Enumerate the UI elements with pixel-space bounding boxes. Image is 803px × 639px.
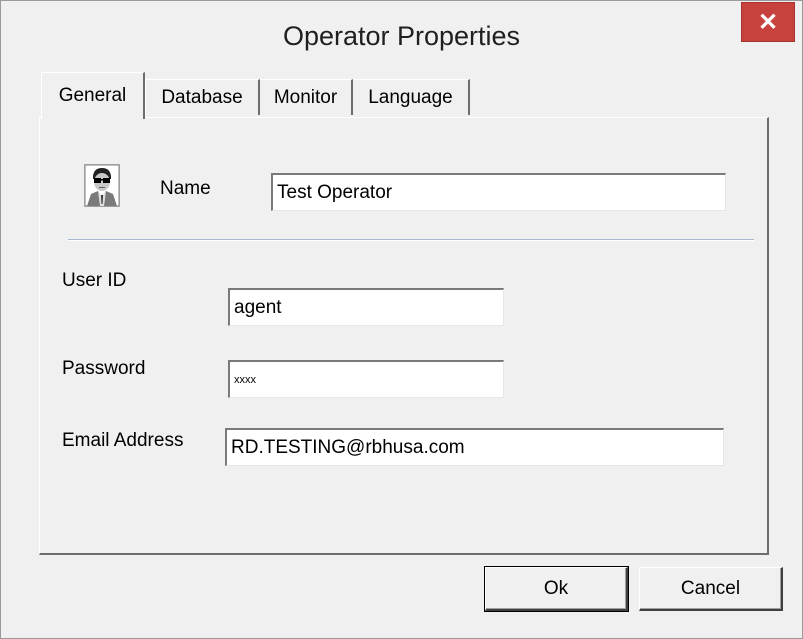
email-address-field[interactable] [225,428,724,466]
tab-database[interactable]: Database [145,79,260,115]
tab-monitor[interactable]: Monitor [259,79,353,115]
ok-button-label: Ok [543,577,569,599]
password-label: Password [62,358,146,379]
password-field[interactable] [228,360,504,398]
ok-button[interactable]: Ok [484,566,629,612]
cancel-button[interactable]: Cancel [639,567,783,611]
user-id-field[interactable] [228,288,504,326]
name-field[interactable] [271,173,726,211]
tab-general-label: General [58,85,127,106]
title-bar[interactable]: Operator Properties ✕ [1,1,802,79]
close-icon: ✕ [757,8,779,36]
operator-avatar-icon [84,164,120,207]
email-address-label: Email Address [62,430,184,451]
separator-line [68,239,754,241]
name-label: Name [160,178,211,199]
tab-monitor-label: Monitor [273,86,338,108]
tab-general[interactable]: General [41,72,145,119]
tab-language-label: Language [368,86,453,108]
window-title: Operator Properties [282,21,521,51]
close-button[interactable]: ✕ [741,2,795,42]
general-tab-panel: Name User ID Password Email Address [39,117,769,555]
tab-language[interactable]: Language [352,79,470,115]
tab-database-label: Database [161,86,243,108]
user-id-label: User ID [62,270,127,291]
cancel-button-label: Cancel [680,577,741,599]
operator-properties-dialog: Operator Properties ✕ Language Monitor D… [0,0,803,639]
